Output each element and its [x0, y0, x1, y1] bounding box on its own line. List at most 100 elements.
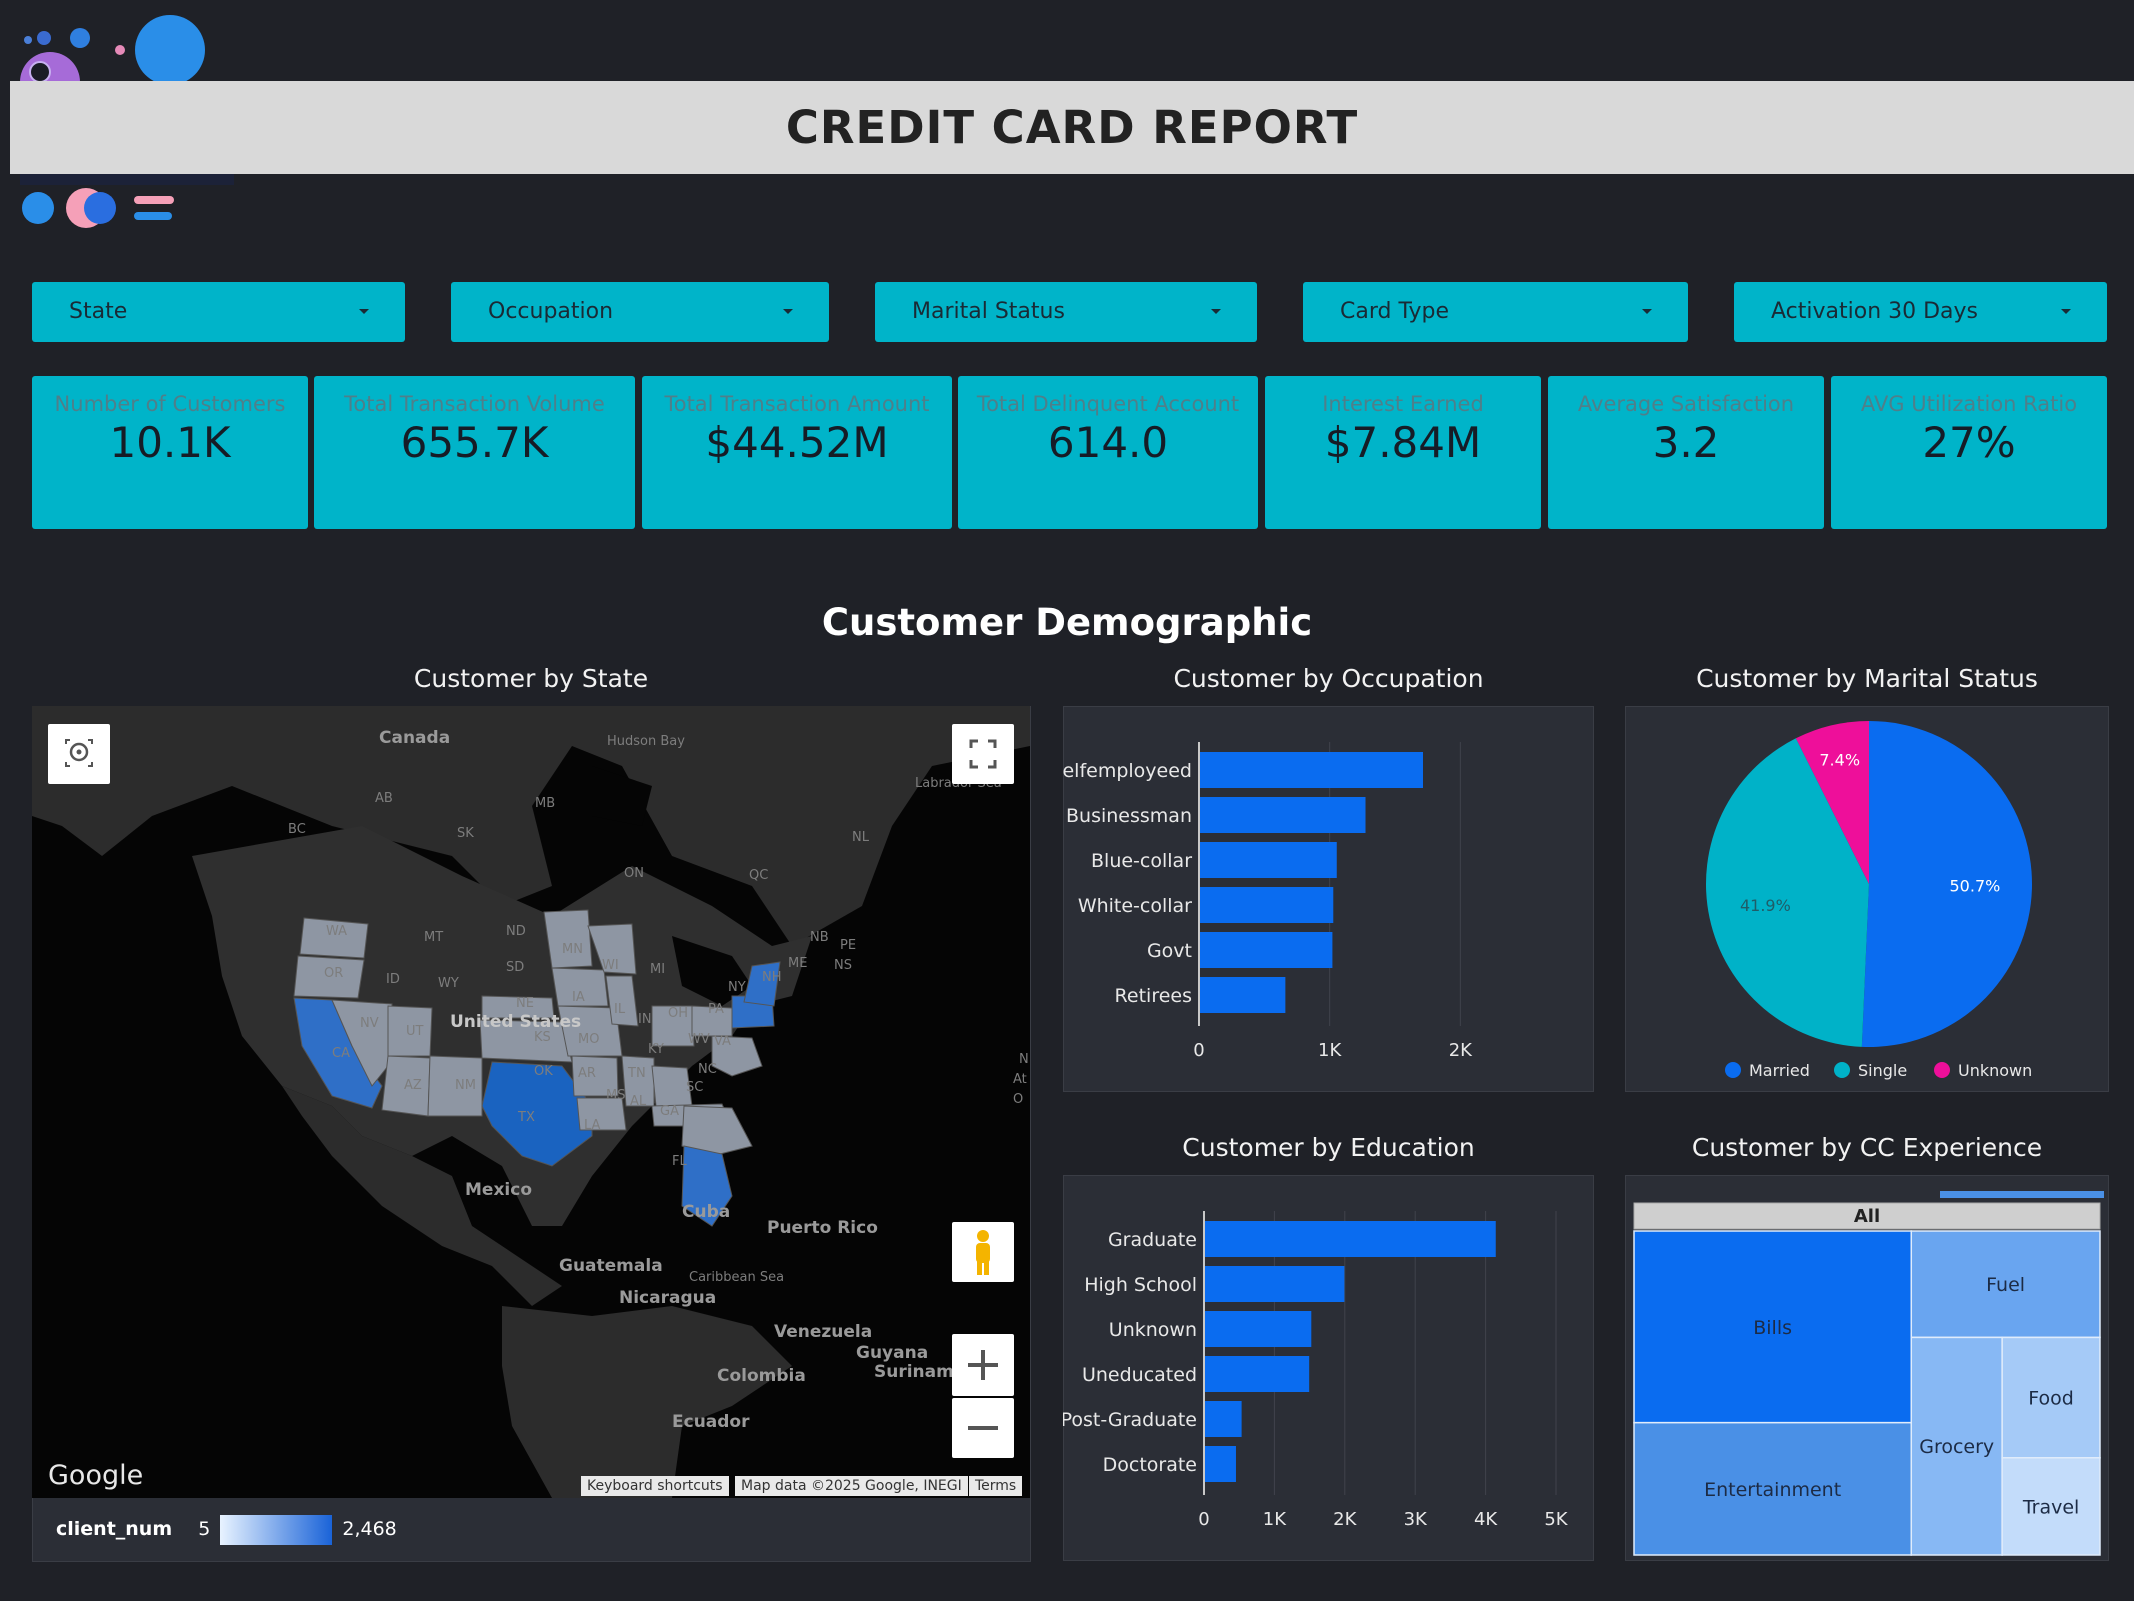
keyboard-shortcuts-link[interactable]: Keyboard shortcuts: [581, 1476, 729, 1496]
map-label-ca: CA: [332, 1046, 350, 1061]
google-logo: Google: [48, 1460, 144, 1491]
map-label-cuba: Cuba: [682, 1202, 731, 1222]
location-pin-icon: [65, 739, 93, 767]
kpi-value: 614.0: [1047, 418, 1169, 467]
map-label-guyana: Guyana: [856, 1343, 929, 1363]
bar: [1200, 932, 1333, 968]
map-label-ne: NE: [516, 996, 534, 1011]
x-tick-label: 5K: [1544, 1509, 1568, 1530]
map-label-qc: QC: [749, 868, 769, 883]
occupation-bar-chart: 0 1K 2K Selfemployeed Businessman Blue-collar…: [1063, 742, 1473, 1061]
x-tick-label: 2K: [1333, 1509, 1357, 1530]
zoom-in-button[interactable]: [952, 1334, 1014, 1396]
kpi-value: 10.1K: [109, 418, 231, 467]
map-label-nm: NM: [455, 1078, 476, 1093]
chevron-down-icon: [359, 309, 369, 314]
map-label-ok: OK: [534, 1064, 553, 1079]
kpi-label: AVG Utilization Ratio: [1860, 392, 2078, 416]
category-label: Graduate: [1108, 1229, 1197, 1251]
locate-button[interactable]: [48, 724, 110, 784]
bar: [1200, 887, 1334, 923]
map-label-pe: PE: [840, 938, 857, 953]
fullscreen-icon: [969, 739, 997, 769]
map-label-on: ON: [624, 866, 644, 881]
map-label-nicaragua: Nicaragua: [619, 1288, 717, 1308]
pegman-icon: [976, 1230, 990, 1275]
map-label-fl: FL: [672, 1154, 687, 1169]
slice-label: 41.9%: [1740, 896, 1791, 915]
legend-gradient: [220, 1514, 333, 1545]
filter-state[interactable]: State: [32, 282, 405, 342]
category-label: Uneducated: [1082, 1364, 1197, 1386]
kpi-value: 27%: [1922, 418, 2016, 467]
report-title: CREDIT CARD REPORT: [785, 101, 1359, 154]
filter-activation-30-days[interactable]: Activation 30 Days: [1734, 282, 2107, 342]
x-tick-label: 4K: [1474, 1509, 1498, 1530]
kpi-total-transaction-amount: Total Transaction Amount $44.52M: [642, 376, 952, 529]
x-tick-label: 1K: [1318, 1040, 1342, 1061]
treemap-label: Food: [2028, 1388, 2074, 1410]
legend-min: 5: [198, 1518, 211, 1540]
treemap-scale: [1940, 1191, 2104, 1198]
map-label-sd: SD: [506, 960, 525, 975]
category-label: Selfemployeed: [1063, 760, 1192, 782]
treemap-label: Grocery: [1919, 1436, 1994, 1458]
map-label-nb: NB: [810, 930, 829, 945]
category-label: Businessman: [1066, 805, 1192, 827]
map-label-il: IL: [614, 1002, 626, 1017]
category-label: High School: [1084, 1274, 1197, 1296]
category-label: Retirees: [1115, 985, 1192, 1007]
bar: [1205, 1401, 1242, 1437]
map-label-nc: NC: [698, 1062, 717, 1077]
map-label-in: IN: [638, 1012, 652, 1027]
filter-card-type[interactable]: Card Type: [1303, 282, 1688, 342]
category-label: White-collar: [1078, 895, 1192, 917]
bar: [1205, 1221, 1496, 1257]
kpi-interest-earned: Interest Earned $7.84M: [1265, 376, 1541, 529]
map-label-wv: WV: [688, 1032, 710, 1047]
map-label-mi: MI: [650, 962, 666, 977]
map-label-bc: BC: [288, 822, 306, 837]
filter-label: Activation 30 Days: [1771, 299, 1979, 324]
kpi-total-delinquent-account: Total Delinquent Account 614.0: [958, 376, 1258, 529]
map-label-wa: WA: [326, 924, 348, 939]
kpi-label: Total Transaction Amount: [664, 392, 930, 416]
map-label-ecuador: Ecuador: [672, 1412, 750, 1432]
map-label-az: AZ: [404, 1078, 422, 1093]
map-label-ky: KY: [648, 1042, 665, 1057]
street-view-button[interactable]: [952, 1222, 1014, 1282]
chevron-down-icon: [783, 309, 793, 314]
kpi-value: 655.7K: [400, 418, 549, 467]
map-label-colombia: Colombia: [717, 1366, 806, 1386]
map-label-wy: WY: [438, 976, 459, 991]
fullscreen-button[interactable]: [952, 724, 1014, 784]
kpi-label: Total Delinquent Account: [976, 392, 1240, 416]
map-label-wi: WI: [602, 958, 619, 973]
map-label-al: AL: [630, 1094, 647, 1109]
map-label-o: O: [1013, 1092, 1024, 1107]
legend-label: Single: [1858, 1061, 1907, 1080]
map-label-hudson-bay: Hudson Bay: [607, 734, 685, 749]
chevron-down-icon: [1211, 309, 1221, 314]
map-title: Customer by State: [413, 664, 649, 693]
map-label-nv: NV: [360, 1016, 379, 1031]
kpi-total-transaction-volume: Total Transaction Volume 655.7K: [314, 376, 635, 529]
map-canvas[interactable]: Canada Hudson Bay Labrador Sea AB BC SK …: [32, 706, 1030, 1498]
filter-occupation[interactable]: Occupation: [451, 282, 829, 342]
education-bar-chart: 0 1K 2K 3K 4K 5K Graduate High School Unknown Une…: [1063, 1211, 1569, 1530]
plus-icon: [968, 1350, 998, 1380]
section-title: Customer Demographic: [821, 601, 1313, 644]
terms-link[interactable]: Terms: [969, 1476, 1023, 1496]
filter-label: Occupation: [488, 299, 614, 324]
map-label-tx: TX: [518, 1110, 535, 1125]
zoom-out-button[interactable]: [952, 1398, 1014, 1458]
map-label-va: VA: [714, 1034, 731, 1049]
category-label: Post-Graduate: [1063, 1409, 1197, 1431]
kpi-label: Number of Customers: [54, 392, 286, 416]
category-label: Unknown: [1109, 1319, 1197, 1341]
map-label-caribbean-sea: Caribbean Sea: [689, 1270, 785, 1285]
map-label-oh: OH: [668, 1006, 689, 1021]
chevron-down-icon: [1642, 309, 1652, 314]
filter-marital-status[interactable]: Marital Status: [875, 282, 1257, 342]
kpi-label: Interest Earned: [1322, 392, 1484, 416]
